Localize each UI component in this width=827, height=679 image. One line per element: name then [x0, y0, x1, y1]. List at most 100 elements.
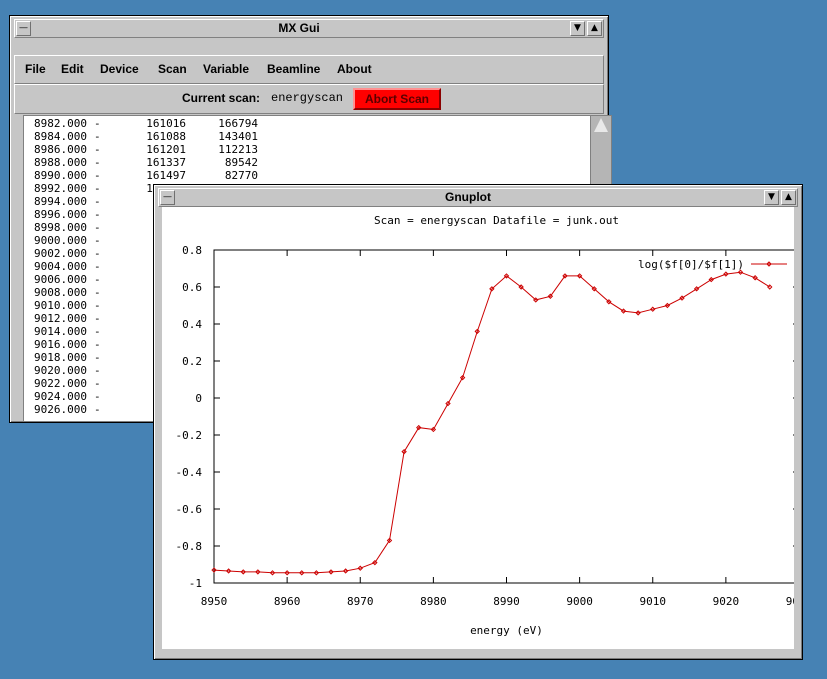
list-cell: 9022.000: [34, 377, 87, 390]
window-menu-button[interactable]: —: [160, 190, 175, 205]
scan-bar: Current scan: energyscan Abort Scan: [14, 84, 604, 114]
gnuplot-title: Gnuplot: [445, 190, 491, 204]
mxgui-titlebar[interactable]: — MX Gui ▼ ▲: [14, 19, 604, 38]
list-cell: 161201: [146, 143, 186, 156]
x-tick-label: 8990: [493, 595, 520, 608]
y-tick-label: 0: [195, 392, 202, 405]
list-cell: 9016.000: [34, 338, 87, 351]
x-tick-label: 9000: [566, 595, 593, 608]
y-tick-label: -0.4: [176, 466, 203, 479]
x-tick-label: 9010: [640, 595, 667, 608]
list-cell: -: [94, 312, 101, 325]
list-cell: 161088: [146, 130, 186, 143]
list-cell: 8982.000: [34, 117, 87, 130]
list-cell: -: [94, 247, 101, 260]
current-scan-label: Current scan:: [182, 91, 261, 105]
gnuplot-window: — Gnuplot ▼ ▲ Scan = energyscan Datafile…: [153, 184, 813, 660]
list-cell: -: [94, 390, 101, 403]
list-cell: -: [94, 195, 101, 208]
menu-variable[interactable]: Variable: [203, 56, 249, 83]
list-cell: -: [94, 377, 101, 390]
chart-title: Scan = energyscan Datafile = junk.out: [374, 214, 619, 227]
list-cell: -: [94, 273, 101, 286]
list-cell: 112213: [218, 143, 258, 156]
gnuplot-chart: Scan = energyscan Datafile = junk.out 895…: [176, 214, 813, 637]
list-cell: 161337: [146, 156, 186, 169]
minimize-button[interactable]: ▼: [764, 190, 779, 205]
x-tick-label: 8980: [420, 595, 447, 608]
window-menu-button[interactable]: —: [16, 21, 31, 36]
menu-file[interactable]: File: [25, 56, 46, 83]
list-cell: 8998.000: [34, 221, 87, 234]
list-cell: 9014.000: [34, 325, 87, 338]
maximize-button[interactable]: ▲: [587, 21, 602, 36]
y-tick-label: 0.6: [182, 281, 202, 294]
list-cell: -: [94, 325, 101, 338]
legend-label: log($f[0]/$f[1]): [638, 258, 744, 271]
list-cell: 8984.000: [34, 130, 87, 143]
y-tick-label: -0.8: [176, 540, 203, 553]
y-tick-label: -1: [189, 577, 202, 590]
list-cell: 9000.000: [34, 234, 87, 247]
y-tick-label: 0.4: [182, 318, 202, 331]
menu-device[interactable]: Device: [100, 56, 139, 83]
list-cell: 9018.000: [34, 351, 87, 364]
gnuplot-titlebar[interactable]: — Gnuplot ▼ ▲: [158, 188, 798, 207]
x-tick-label: 8970: [347, 595, 374, 608]
list-cell: -: [94, 403, 101, 416]
list-cell: -: [94, 156, 101, 169]
menu-about[interactable]: About: [337, 56, 372, 83]
abort-scan-button[interactable]: Abort Scan: [353, 88, 441, 110]
x-axis-label: energy (eV): [470, 624, 543, 637]
list-cell: 143401: [218, 130, 258, 143]
menubar: File Edit Device Scan Variable Beamline …: [14, 55, 604, 84]
list-cell: -: [94, 221, 101, 234]
list-cell: 8986.000: [34, 143, 87, 156]
minimize-button[interactable]: ▼: [570, 21, 585, 36]
list-cell: 9012.000: [34, 312, 87, 325]
list-cell: -: [94, 143, 101, 156]
list-cell: 9002.000: [34, 247, 87, 260]
y-tick-label: 0.2: [182, 355, 202, 368]
menu-scan[interactable]: Scan: [158, 56, 187, 83]
list-cell: 161497: [146, 169, 186, 182]
list-cell: -: [94, 169, 101, 182]
list-cell: 82770: [224, 169, 258, 182]
list-cell: -: [94, 364, 101, 377]
list-cell: 8990.000: [34, 169, 87, 182]
y-tick-label: -0.2: [176, 429, 203, 442]
list-cell: -: [94, 286, 101, 299]
list-cell: 166794: [218, 117, 258, 130]
list-cell: 9004.000: [34, 260, 87, 273]
scroll-up-arrow-icon[interactable]: [594, 118, 608, 132]
x-tick-label: 9030: [786, 595, 794, 608]
list-cell: 89542: [224, 156, 258, 169]
list-cell: 8988.000: [34, 156, 87, 169]
list-cell: -: [94, 299, 101, 312]
current-scan-value: energyscan: [271, 91, 344, 105]
list-cell: 9010.000: [34, 299, 87, 312]
list-cell: -: [94, 338, 101, 351]
list-cell: -: [94, 234, 101, 247]
list-cell: -: [94, 260, 101, 273]
y-tick-label: -0.6: [176, 503, 203, 516]
list-cell: 9020.000: [34, 364, 87, 377]
x-tick-label: 9020: [713, 595, 740, 608]
menu-beamline[interactable]: Beamline: [267, 56, 320, 83]
list-cell: -: [94, 182, 101, 195]
list-cell: 9008.000: [34, 286, 87, 299]
list-cell: 9024.000: [34, 390, 87, 403]
maximize-button[interactable]: ▲: [781, 190, 796, 205]
mxgui-title: MX Gui: [278, 21, 320, 35]
x-tick-label: 8950: [201, 595, 228, 608]
list-cell: -: [94, 117, 101, 130]
menu-edit[interactable]: Edit: [61, 56, 84, 83]
plot-border: [213, 249, 800, 584]
list-cell: 8992.000: [34, 182, 87, 195]
x-tick-label: 8960: [274, 595, 301, 608]
list-cell: -: [94, 208, 101, 221]
list-cell: -: [94, 130, 101, 143]
series-line: [213, 271, 771, 574]
list-cell: -: [94, 351, 101, 364]
list-cell: 161016: [146, 117, 186, 130]
